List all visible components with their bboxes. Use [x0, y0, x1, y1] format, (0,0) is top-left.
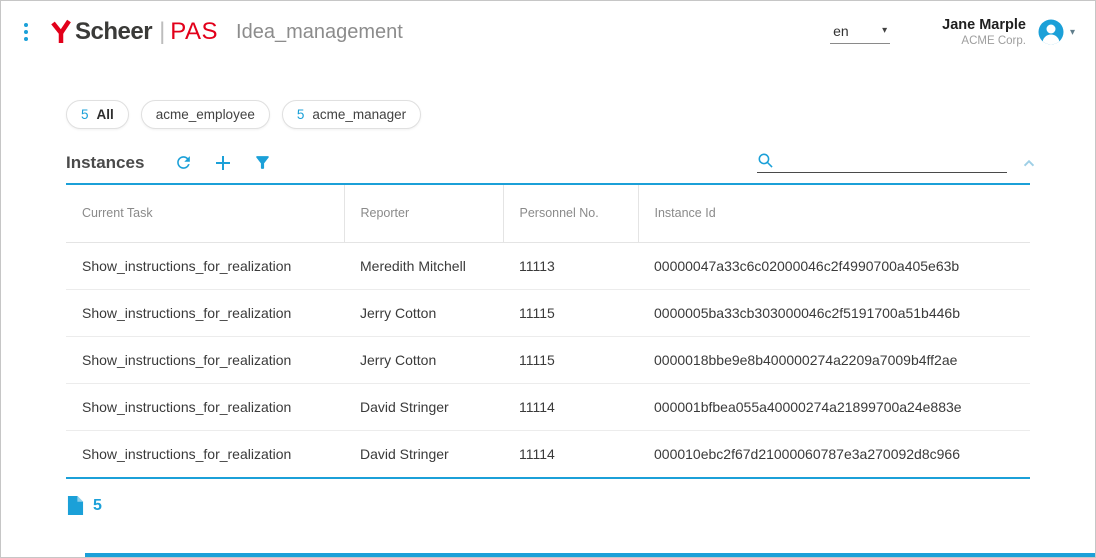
- add-instance-button[interactable]: [213, 153, 233, 173]
- chip-label: acme_employee: [156, 107, 255, 122]
- table-row[interactable]: Show_instructions_for_realization David …: [66, 383, 1030, 430]
- filter-chip-acme-employee[interactable]: acme_employee: [141, 100, 270, 129]
- document-icon: [67, 495, 84, 516]
- user-organization: ACME Corp.: [942, 34, 1026, 48]
- table-row[interactable]: Show_instructions_for_realization Jerry …: [66, 289, 1030, 336]
- section-title: Instances: [66, 153, 144, 173]
- cell-reporter: David Stringer: [344, 383, 503, 430]
- refresh-icon: [174, 153, 193, 172]
- user-name: Jane Marple: [942, 16, 1026, 34]
- cell-personnel-no: 11114: [503, 383, 638, 430]
- table-row[interactable]: Show_instructions_for_realization Meredi…: [66, 242, 1030, 289]
- chevron-up-icon: [1021, 156, 1037, 170]
- brand-logo: Scheer | PAS: [51, 18, 218, 46]
- collapse-panel-button[interactable]: [1021, 156, 1037, 170]
- search-input[interactable]: [780, 153, 1007, 169]
- user-menu-chevron-icon[interactable]: ▾: [1070, 27, 1075, 38]
- column-header-reporter[interactable]: Reporter: [344, 185, 503, 242]
- instances-toolbar: Instances: [1, 129, 1095, 173]
- cell-reporter: Jerry Cotton: [344, 289, 503, 336]
- brand-product: PAS: [170, 18, 218, 46]
- column-header-instance-id[interactable]: Instance Id: [638, 185, 1030, 242]
- top-bar: Scheer | PAS Idea_management en ▾ Jane M…: [1, 1, 1095, 63]
- app-window: Scheer | PAS Idea_management en ▾ Jane M…: [0, 0, 1096, 558]
- language-select[interactable]: en ▾: [830, 21, 890, 44]
- chip-label: All: [97, 107, 114, 122]
- cell-personnel-no: 11113: [503, 242, 638, 289]
- cell-reporter: David Stringer: [344, 430, 503, 477]
- user-info: Jane Marple ACME Corp.: [942, 16, 1026, 49]
- filter-chip-all[interactable]: 5 All: [66, 100, 129, 129]
- cell-personnel-no: 11114: [503, 430, 638, 477]
- column-header-current-task[interactable]: Current Task: [66, 185, 344, 242]
- cell-current-task: Show_instructions_for_realization: [66, 289, 344, 336]
- instances-table: Current Task Reporter Personnel No. Inst…: [66, 183, 1030, 479]
- cell-personnel-no: 11115: [503, 289, 638, 336]
- search-box: [757, 152, 1007, 173]
- result-count: 5: [93, 497, 102, 515]
- cell-instance-id: 0000005ba33cb303000046c2f5191700a51b446b: [638, 289, 1030, 336]
- cell-instance-id: 0000018bbe9e8b400000274a2209a7009b4ff2ae: [638, 336, 1030, 383]
- filter-button[interactable]: [253, 153, 272, 172]
- column-header-personnel-no[interactable]: Personnel No.: [503, 185, 638, 242]
- cell-current-task: Show_instructions_for_realization: [66, 336, 344, 383]
- results-footer: 5: [1, 479, 1095, 516]
- language-selected-value: en: [833, 23, 849, 39]
- filter-chip-acme-manager[interactable]: 5 acme_manager: [282, 100, 421, 129]
- cell-instance-id: 000010ebc2f67d21000060787e3a270092d8c966: [638, 430, 1030, 477]
- search-icon: [757, 152, 774, 169]
- chip-count-badge: 5: [81, 107, 89, 122]
- page-title: Idea_management: [236, 21, 403, 44]
- cell-current-task: Show_instructions_for_realization: [66, 383, 344, 430]
- filter-icon: [253, 153, 272, 172]
- cell-personnel-no: 11115: [503, 336, 638, 383]
- cell-reporter: Jerry Cotton: [344, 336, 503, 383]
- cell-current-task: Show_instructions_for_realization: [66, 430, 344, 477]
- role-filter-chips: 5 All acme_employee 5 acme_manager: [1, 63, 1095, 129]
- avatar[interactable]: [1036, 17, 1066, 47]
- cell-current-task: Show_instructions_for_realization: [66, 242, 344, 289]
- chip-label: acme_manager: [312, 107, 406, 122]
- refresh-button[interactable]: [174, 153, 193, 172]
- bottom-accent-bar: [85, 553, 1095, 557]
- table-row[interactable]: Show_instructions_for_realization Jerry …: [66, 336, 1030, 383]
- cell-instance-id: 000001bfbea055a40000274a21899700a24e883e: [638, 383, 1030, 430]
- table-row[interactable]: Show_instructions_for_realization David …: [66, 430, 1030, 477]
- brand-divider: |: [159, 18, 165, 46]
- cell-reporter: Meredith Mitchell: [344, 242, 503, 289]
- scheer-mark-icon: [51, 19, 71, 45]
- chevron-down-icon: ▾: [882, 25, 887, 36]
- table-header-row: Current Task Reporter Personnel No. Inst…: [66, 185, 1030, 242]
- brand-name: Scheer: [75, 18, 152, 46]
- app-menu-kebab-icon[interactable]: [19, 18, 33, 46]
- chip-count-badge: 5: [297, 107, 305, 122]
- cell-instance-id: 00000047a33c6c02000046c2f4990700a405e63b: [638, 242, 1030, 289]
- plus-icon: [213, 153, 233, 173]
